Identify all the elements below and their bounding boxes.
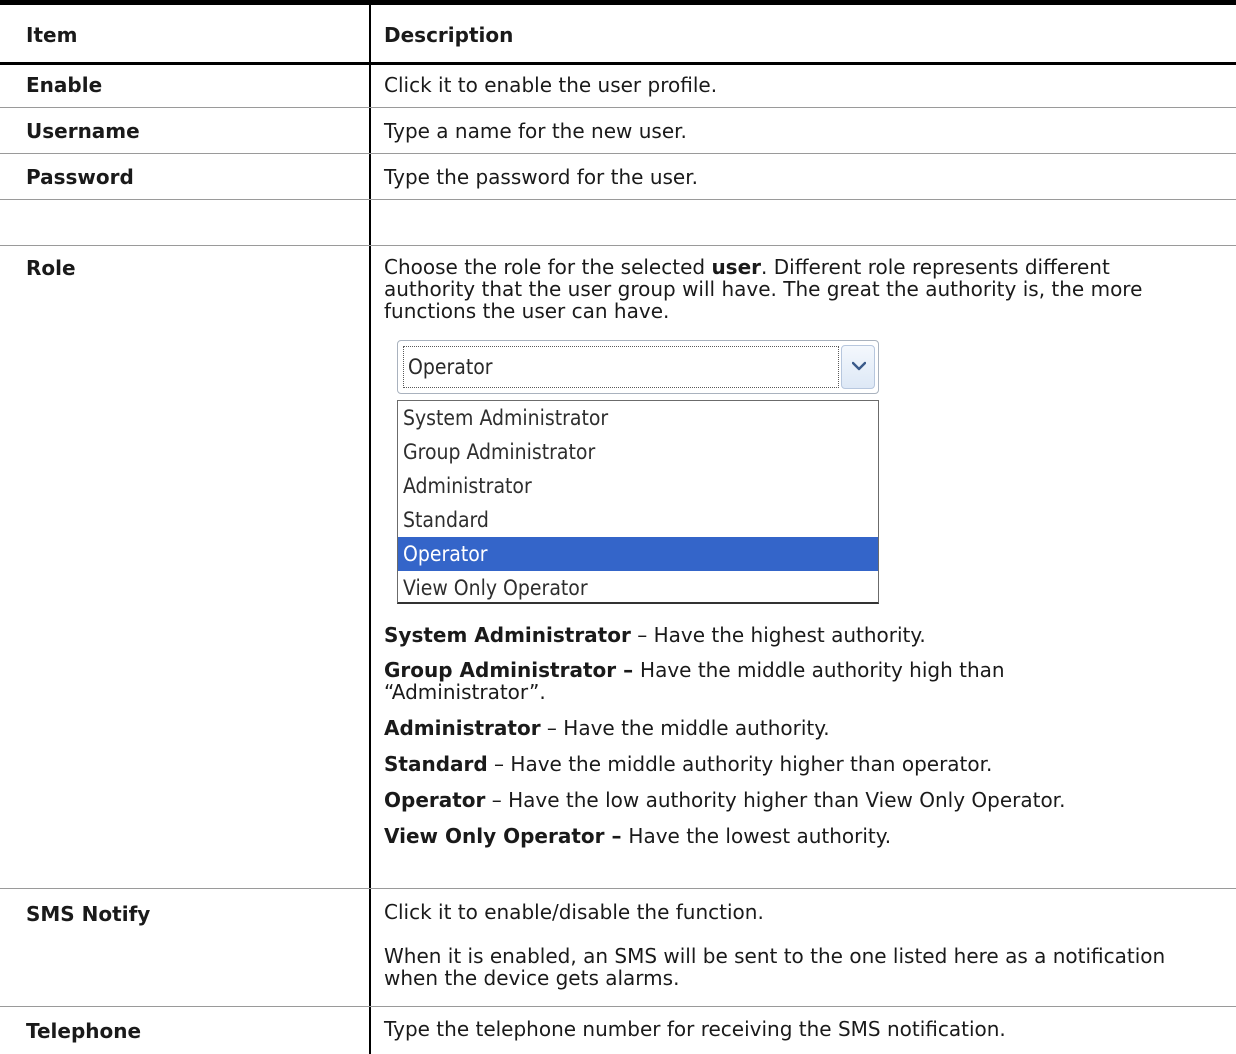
role-def-group-admin: Group Administrator – Have the middle au… [384,658,1005,704]
header-bottom-border [0,62,1236,65]
chevron-down-icon [852,361,866,371]
role-select[interactable]: Operator [397,340,879,394]
role-option[interactable]: Standard [398,503,878,537]
row-sms-notify-item: SMS Notify [26,902,151,926]
row-divider [0,107,1236,108]
role-option[interactable]: Group Administrator [398,435,878,469]
header-item: Item [26,23,78,47]
row-telephone-item: Telephone [26,1019,142,1043]
role-option-selected[interactable]: Operator [398,537,878,571]
role-def-standard: Standard – Have the middle authority hig… [384,752,993,776]
table-top-border [0,0,1236,5]
row-sms-notify-desc-2: When it is enabled, an SMS will be sent … [384,944,1166,990]
row-divider [0,199,1236,200]
role-option-list[interactable]: System Administrator Group Administrator… [397,400,879,604]
role-select-value: Operator [403,346,839,388]
row-role-intro: Choose the role for the selected user. D… [384,255,1143,323]
role-option[interactable]: System Administrator [398,401,878,435]
row-divider [0,245,1236,246]
header-description: Description [384,23,514,47]
role-def-view-only: View Only Operator – Have the lowest aut… [384,824,892,848]
row-enable-item: Enable [26,73,103,97]
row-enable-desc: Click it to enable the user profile. [384,73,718,97]
row-divider [0,153,1236,154]
row-divider [0,1006,1236,1007]
row-role-item: Role [26,256,76,280]
row-password-desc: Type the password for the user. [384,165,698,189]
role-def-system-admin: System Administrator – Have the highest … [384,623,926,647]
role-select-toggle[interactable] [841,345,875,389]
role-def-admin: Administrator – Have the middle authorit… [384,716,830,740]
row-sms-notify-desc-1: Click it to enable/disable the function. [384,900,764,924]
row-password-item: Password [26,165,134,189]
role-option[interactable]: Administrator [398,469,878,503]
row-username-item: Username [26,119,140,143]
role-option[interactable]: View Only Operator [398,571,878,605]
column-divider [369,5,371,1054]
row-username-desc: Type a name for the new user. [384,119,687,143]
row-telephone-desc: Type the telephone number for receiving … [384,1017,1006,1041]
row-divider [0,888,1236,889]
role-def-operator: Operator – Have the low authority higher… [384,788,1066,812]
